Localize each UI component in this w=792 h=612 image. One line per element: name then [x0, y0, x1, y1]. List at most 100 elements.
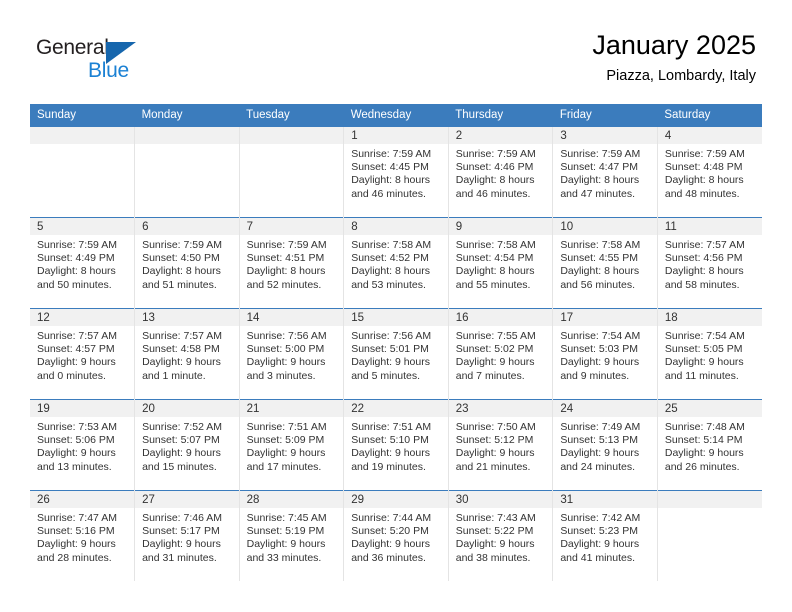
day-details: Sunrise: 7:44 AM Sunset: 5:20 PM Daylight:…: [344, 508, 448, 565]
calendar-day-cell[interactable]: 1 Sunrise: 7:59 AM Sunset: 4:45 PM Daylight…: [343, 127, 449, 218]
daylight-duration-line2: and 17 minutes.: [246, 460, 322, 473]
calendar-day-cell[interactable]: 28 Sunrise: 7:45 AM Sunset: 5:19 PM Dayligh…: [239, 490, 345, 581]
calendar-day-cell[interactable]: 26 Sunrise: 7:47 AM Sunset: 5:16 PM Dayligh…: [30, 490, 136, 581]
daylight-duration-line2: and 7 minutes.: [455, 369, 525, 382]
calendar-day-cell[interactable]: 10 Sunrise: 7:58 AM Sunset: 4:55 PM Dayligh…: [552, 217, 658, 309]
daylight-duration-line2: and 36 minutes.: [351, 551, 426, 564]
calendar-day-cell[interactable]: 19 Sunrise: 7:53 AM Sunset: 5:06 PM Dayligh…: [30, 399, 136, 491]
calendar-day-cell[interactable]: 22 Sunrise: 7:51 AM Sunset: 5:10 PM Dayligh…: [343, 399, 449, 491]
day-number: 6: [135, 218, 239, 235]
sunrise-time: Sunrise: 7:42 AM: [560, 512, 641, 524]
daylight-duration-line1: Daylight: 9 hours: [142, 447, 221, 460]
sunset-time: Sunset: 5:05 PM: [664, 343, 743, 356]
sunset-time: Sunset: 5:10 PM: [351, 434, 429, 447]
calendar-day-cell[interactable]: 6 Sunrise: 7:59 AM Sunset: 4:50 PM Daylight…: [134, 217, 240, 309]
daylight-duration-line1: Daylight: 9 hours: [142, 538, 221, 551]
weekday-header-thursday: Thursday: [448, 104, 553, 127]
calendar-day-cell[interactable]: 8 Sunrise: 7:58 AM Sunset: 4:52 PM Daylight…: [343, 217, 449, 309]
calendar-day-cell[interactable]: 11 Sunrise: 7:57 AM Sunset: 4:56 PM Dayligh…: [657, 217, 762, 309]
daylight-duration-line2: and 38 minutes.: [455, 551, 531, 564]
day-number: 1: [344, 127, 448, 144]
sunrise-time: Sunrise: 7:50 AM: [455, 421, 536, 433]
sunrise-time: Sunrise: 7:59 AM: [37, 239, 117, 251]
sunrise-time: Sunrise: 7:59 AM: [246, 239, 327, 251]
day-number: 8: [344, 218, 448, 235]
day-number: 5: [30, 218, 135, 235]
sunrise-time: Sunrise: 7:43 AM: [455, 512, 536, 524]
sunset-time: Sunset: 4:45 PM: [351, 161, 429, 174]
calendar-day-cell[interactable]: 3 Sunrise: 7:59 AM Sunset: 4:47 PM Daylight…: [552, 127, 658, 218]
day-details: Sunrise: 7:51 AM Sunset: 5:09 PM Daylight:…: [240, 417, 344, 474]
day-number: 15: [344, 309, 448, 326]
calendar-day-cell[interactable]: 31 Sunrise: 7:42 AM Sunset: 5:23 PM Dayligh…: [552, 490, 658, 581]
day-details: Sunrise: 7:59 AM Sunset: 4:49 PM Daylight:…: [30, 235, 134, 292]
calendar-day-cell[interactable]: 30 Sunrise: 7:43 AM Sunset: 5:22 PM Dayligh…: [448, 490, 554, 581]
calendar-day-cell[interactable]: 24 Sunrise: 7:49 AM Sunset: 5:13 PM Dayligh…: [552, 399, 658, 491]
day-number: 28: [239, 491, 344, 508]
weekday-header-saturday: Saturday: [657, 104, 762, 127]
calendar-day-cell[interactable]: 13 Sunrise: 7:57 AM Sunset: 4:58 PM Dayligh…: [134, 308, 240, 400]
calendar-day-cell[interactable]: 14 Sunrise: 7:56 AM Sunset: 5:00 PM Dayligh…: [239, 308, 345, 400]
daylight-duration-line2: and 28 minutes.: [37, 551, 112, 564]
calendar-day-cell[interactable]: 15 Sunrise: 7:56 AM Sunset: 5:01 PM Dayligh…: [343, 308, 449, 400]
daylight-duration-line2: and 5 minutes.: [351, 369, 421, 382]
calendar-day-cell[interactable]: 9 Sunrise: 7:58 AM Sunset: 4:54 PM Daylight…: [448, 217, 554, 309]
calendar-day-cell[interactable]: 17 Sunrise: 7:54 AM Sunset: 5:03 PM Dayligh…: [552, 308, 658, 400]
generalblue-logo: General Blue: [36, 36, 156, 88]
daylight-duration-line1: Daylight: 9 hours: [560, 447, 640, 460]
calendar-day-cell[interactable]: 21 Sunrise: 7:51 AM Sunset: 5:09 PM Dayligh…: [239, 399, 345, 491]
calendar-day-cell[interactable]: 5 Sunrise: 7:59 AM Sunset: 4:49 PM Daylight…: [30, 217, 136, 309]
daylight-duration-line2: and 56 minutes.: [560, 278, 636, 291]
calendar-day-cell[interactable]: 25 Sunrise: 7:48 AM Sunset: 5:14 PM Dayligh…: [657, 399, 762, 491]
sunrise-time: Sunrise: 7:53 AM: [37, 421, 117, 433]
sunset-time: Sunset: 5:22 PM: [455, 525, 534, 538]
daylight-duration-line1: Daylight: 9 hours: [455, 538, 535, 551]
daylight-duration-line1: Daylight: 9 hours: [664, 447, 744, 460]
daylight-duration-line2: and 24 minutes.: [560, 460, 636, 473]
calendar-day-cell[interactable]: 12 Sunrise: 7:57 AM Sunset: 4:57 PM Dayligh…: [30, 308, 136, 400]
sunset-time: Sunset: 4:52 PM: [351, 252, 429, 265]
sunrise-time: Sunrise: 7:58 AM: [560, 239, 641, 251]
sunrise-time: Sunrise: 7:55 AM: [455, 330, 536, 342]
day-details: Sunrise: 7:58 AM Sunset: 4:54 PM Daylight:…: [449, 235, 553, 292]
sunset-time: Sunset: 5:06 PM: [37, 434, 115, 447]
calendar-day-cell[interactable]: 23 Sunrise: 7:50 AM Sunset: 5:12 PM Dayligh…: [448, 399, 554, 491]
daylight-duration-line2: and 55 minutes.: [455, 278, 531, 291]
calendar-day-cell[interactable]: 16 Sunrise: 7:55 AM Sunset: 5:02 PM Dayligh…: [448, 308, 554, 400]
day-details: Sunrise: 7:59 AM Sunset: 4:50 PM Daylight:…: [135, 235, 239, 292]
daylight-duration-line1: Daylight: 8 hours: [455, 265, 535, 278]
day-number: 21: [239, 400, 344, 417]
calendar-day-cell[interactable]: 18 Sunrise: 7:54 AM Sunset: 5:05 PM Dayligh…: [657, 308, 762, 400]
calendar-day-cell[interactable]: 2 Sunrise: 7:59 AM Sunset: 4:46 PM Daylight…: [448, 127, 554, 218]
daylight-duration-line2: and 58 minutes.: [664, 278, 740, 291]
daylight-duration-line1: Daylight: 9 hours: [351, 447, 430, 460]
daylight-duration-line2: and 31 minutes.: [142, 551, 217, 564]
daylight-duration-line2: and 50 minutes.: [37, 278, 112, 291]
day-details: Sunrise: 7:58 AM Sunset: 4:52 PM Daylight:…: [344, 235, 448, 292]
sunset-time: Sunset: 5:16 PM: [37, 525, 115, 538]
calendar-day-cell[interactable]: 7 Sunrise: 7:59 AM Sunset: 4:51 PM Daylight…: [239, 217, 345, 309]
calendar-day-cell[interactable]: 20 Sunrise: 7:52 AM Sunset: 5:07 PM Dayligh…: [134, 399, 240, 491]
sunrise-time: Sunrise: 7:56 AM: [351, 330, 432, 342]
day-number: 24: [553, 400, 657, 417]
day-details: Sunrise: 7:59 AM Sunset: 4:47 PM Daylight:…: [553, 144, 657, 201]
day-number: 30: [448, 491, 553, 508]
calendar-week-row: 26 Sunrise: 7:47 AM Sunset: 5:16 PM Dayligh…: [30, 490, 762, 581]
title-block: January 2025 Piazza, Lombardy, Italy: [592, 28, 756, 87]
location-subtitle: Piazza, Lombardy, Italy: [606, 68, 756, 84]
day-details: Sunrise: 7:59 AM Sunset: 4:46 PM Daylight:…: [449, 144, 553, 201]
calendar-day-cell[interactable]: 29 Sunrise: 7:44 AM Sunset: 5:20 PM Dayligh…: [343, 490, 449, 581]
calendar-day-cell[interactable]: 27 Sunrise: 7:46 AM Sunset: 5:17 PM Dayligh…: [134, 490, 240, 581]
sunset-time: Sunset: 4:56 PM: [664, 252, 743, 265]
calendar-day-cell[interactable]: 4 Sunrise: 7:59 AM Sunset: 4:48 PM Daylight…: [657, 127, 762, 218]
day-number: [30, 127, 135, 144]
day-details: Sunrise: 7:47 AM Sunset: 5:16 PM Daylight:…: [30, 508, 134, 565]
weekday-header-tuesday: Tuesday: [239, 104, 344, 127]
sunrise-time: Sunrise: 7:54 AM: [560, 330, 641, 342]
day-details: Sunrise: 7:48 AM Sunset: 5:14 PM Daylight:…: [658, 417, 762, 474]
calendar-week-row: 12 Sunrise: 7:57 AM Sunset: 4:57 PM Dayligh…: [30, 308, 762, 400]
daylight-duration-line2: and 11 minutes.: [664, 369, 739, 382]
day-number: 17: [553, 309, 657, 326]
day-number: 26: [30, 491, 135, 508]
daylight-duration-line2: and 53 minutes.: [351, 278, 426, 291]
